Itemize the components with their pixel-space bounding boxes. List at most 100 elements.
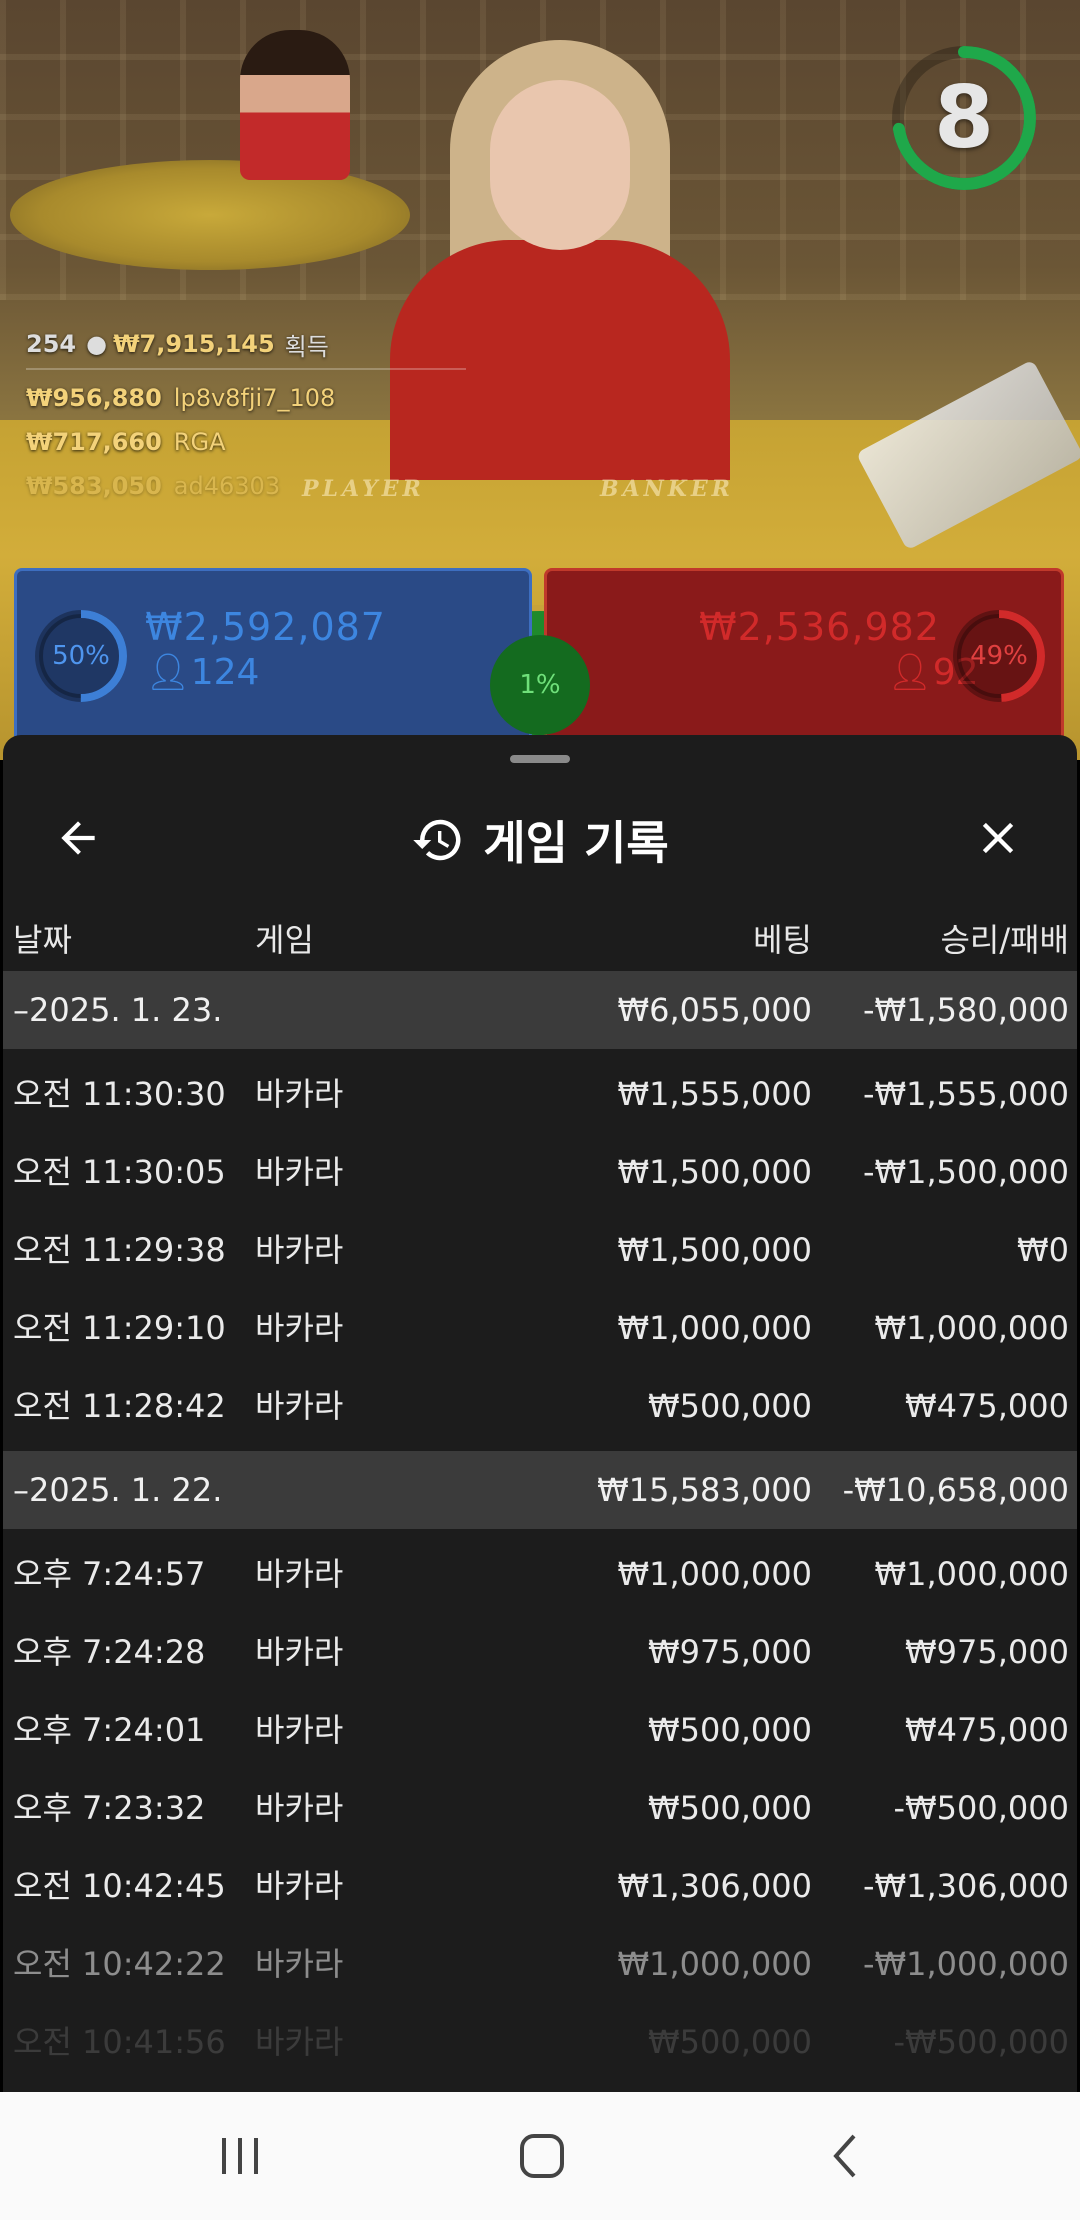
row-game: 바카라: [255, 1711, 344, 1749]
history-clock-icon: [413, 819, 461, 861]
row-time: 오전 11:29:10: [13, 1309, 226, 1347]
row-result: ₩975,000: [905, 1633, 1069, 1671]
table-row[interactable]: 오전 11:30:30 바카라 ₩1,555,000 -₩1,555,000: [3, 1055, 1077, 1133]
sheet-header: 게임 기록: [3, 785, 1077, 895]
banker-table-label: BANKER: [600, 476, 734, 502]
banker-bet-amount: ₩2,536,982: [699, 605, 940, 649]
row-game: 바카라: [255, 1633, 344, 1671]
row-time: 오전 10:41:56: [13, 2023, 226, 2061]
close-x-icon: [982, 822, 1014, 854]
table-row[interactable]: 오후 7:24:28 바카라 ₩975,000 ₩975,000: [3, 1613, 1077, 1691]
column-result: 승리/패배: [940, 921, 1069, 959]
column-game: 게임: [255, 921, 314, 959]
row-bet: ₩500,000: [648, 2023, 812, 2061]
row-result: ₩475,000: [905, 1387, 1069, 1425]
player-bet-amount: ₩2,592,087: [145, 605, 386, 649]
day-date: –2025. 1. 23.: [13, 991, 223, 1029]
row-game: 바카라: [255, 1387, 344, 1425]
person-icon: 👤︎: [145, 652, 191, 693]
player-bet-spot[interactable]: 50% ₩2,592,087 👤︎124: [14, 568, 532, 748]
close-button[interactable]: [963, 803, 1033, 873]
table-row[interactable]: 오전 11:28:42 바카라 ₩500,000 ₩475,000: [3, 1367, 1077, 1445]
total-winnings: ₩7,915,145: [113, 330, 275, 358]
player-bettors: 👤︎124: [145, 651, 259, 693]
recent-apps-icon: [222, 2138, 258, 2174]
row-bet: ₩500,000: [648, 1711, 812, 1749]
table-row[interactable]: 오후 7:24:01 바카라 ₩500,000 ₩475,000: [3, 1691, 1077, 1769]
countdown-number: 8: [934, 68, 994, 168]
background-table: [10, 160, 410, 270]
row-bet: ₩500,000: [648, 1789, 812, 1827]
column-bet: 베팅: [753, 921, 812, 959]
back-chevron-icon: [833, 2134, 856, 2178]
row-game: 바카라: [255, 1789, 344, 1827]
table-row[interactable]: 오전 11:29:10 바카라 ₩1,000,000 ₩1,000,000: [3, 1289, 1077, 1367]
row-bet: ₩1,000,000: [617, 1309, 813, 1347]
table-row[interactable]: 오전 10:41:56 바카라 ₩500,000 -₩500,000: [3, 2003, 1077, 2081]
row-time: 오전 11:30:30: [13, 1075, 226, 1113]
table-row[interactable]: 오전 10:42:45 바카라 ₩1,306,000 -₩1,306,000: [3, 1847, 1077, 1925]
row-result: -₩1,306,000: [862, 1867, 1069, 1905]
row-time: 오전 11:29:38: [13, 1231, 226, 1269]
banker-bet-spot[interactable]: ₩2,536,982 👤︎92 49%: [544, 568, 1064, 748]
table-row[interactable]: 오전 10:42:22 바카라 ₩1,000,000 -₩1,000,000: [3, 1925, 1077, 2003]
banker-percent-ring: 49%: [949, 606, 1049, 706]
row-result: -₩1,555,000: [862, 1075, 1069, 1113]
countdown-timer: 8: [886, 40, 1042, 196]
row-game: 바카라: [255, 2023, 344, 2061]
game-history-sheet: 게임 기록 날짜 게임 베팅 승리/패배 –2025. 1. 23. ₩6,05…: [3, 735, 1077, 2092]
row-result: ₩0: [1017, 1231, 1069, 1269]
tie-percent: 1%: [490, 635, 590, 735]
row-result: -₩500,000: [893, 1789, 1069, 1827]
day-summary-row[interactable]: –2025. 1. 23. ₩6,055,000 -₩1,580,000: [3, 971, 1077, 1049]
winnings-suffix: 획득: [284, 332, 329, 361]
sheet-title-group: 게임 기록: [3, 785, 1077, 895]
row-bet: ₩975,000: [648, 1633, 812, 1671]
row-game: 바카라: [255, 1555, 344, 1593]
row-time: 오전 11:28:42: [13, 1387, 226, 1425]
row-bet: ₩1,306,000: [617, 1867, 813, 1905]
winner-name: ad46303: [173, 472, 281, 500]
winner-amount: ₩583,050: [26, 472, 162, 500]
table-row[interactable]: 오후 7:23:32 바카라 ₩500,000 -₩500,000: [3, 1769, 1077, 1847]
person-icon: ●: [86, 330, 108, 358]
day-summary-row[interactable]: –2025. 1. 22. ₩15,583,000 -₩10,658,000: [3, 1451, 1077, 1529]
home-button[interactable]: [482, 2116, 602, 2196]
table-row[interactable]: 오전 11:30:05 바카라 ₩1,500,000 -₩1,500,000: [3, 1133, 1077, 1211]
row-game: 바카라: [255, 1231, 344, 1269]
day-result-total: -₩10,658,000: [842, 1471, 1069, 1509]
system-back-button[interactable]: [786, 2116, 906, 2196]
winners-ticker: 254 ● ₩7,915,145 획득 ₩956,880 lp8v8fji7_1…: [26, 322, 466, 508]
winner-amount: ₩956,880: [26, 384, 162, 412]
row-bet: ₩1,500,000: [617, 1153, 813, 1191]
winner-count: 254: [26, 330, 77, 358]
player-percent-ring: 50%: [31, 606, 131, 706]
person-icon: 👤︎: [887, 652, 933, 693]
history-table: –2025. 1. 23. ₩6,055,000 -₩1,580,000 오전 …: [3, 971, 1077, 2081]
ticker-divider: [26, 368, 466, 370]
row-time: 오전 11:30:05: [13, 1153, 226, 1191]
winner-name: RGA: [173, 428, 226, 456]
winner-amount: ₩717,660: [26, 428, 162, 456]
banker-percent: 49%: [970, 641, 1028, 671]
player-bettor-count: 124: [190, 652, 260, 693]
table-row[interactable]: 오전 11:29:38 바카라 ₩1,500,000 ₩0: [3, 1211, 1077, 1289]
table-row[interactable]: 오후 7:24:57 바카라 ₩1,000,000 ₩1,000,000: [3, 1535, 1077, 1613]
recent-apps-button[interactable]: [180, 2116, 300, 2196]
day-date: –2025. 1. 22.: [13, 1471, 223, 1509]
day-result-total: -₩1,580,000: [862, 991, 1069, 1029]
column-date: 날짜: [13, 921, 72, 959]
player-percent: 50%: [52, 641, 110, 671]
winner-row: ₩583,050 ad46303: [26, 464, 466, 508]
winner-row: ₩717,660 RGA: [26, 420, 466, 464]
back-button[interactable]: [43, 803, 113, 873]
sheet-drag-handle[interactable]: [510, 755, 570, 763]
winner-name: lp8v8fji7_108: [173, 384, 336, 412]
live-video-feed: PLAYER BANKER 8 254 ● ₩7,915,145 획득 ₩956…: [0, 0, 1080, 760]
winner-row: ₩956,880 lp8v8fji7_108: [26, 376, 466, 420]
row-bet: ₩1,555,000: [617, 1075, 813, 1113]
row-time: 오전 10:42:45: [13, 1867, 226, 1905]
row-bet: ₩1,000,000: [617, 1555, 813, 1593]
arrow-left-icon: [61, 821, 95, 855]
row-bet: ₩1,500,000: [617, 1231, 813, 1269]
